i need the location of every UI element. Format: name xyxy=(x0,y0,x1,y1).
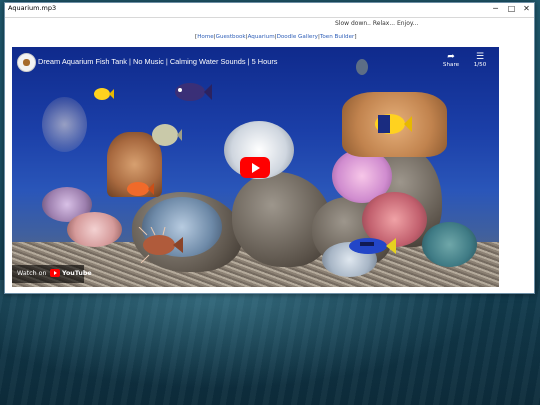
fish-lionfish xyxy=(138,227,183,263)
channel-avatar[interactable] xyxy=(17,53,36,72)
close-button[interactable]: ✕ xyxy=(519,3,534,15)
page-content: Slow down.. Relax... Enjoy... [Home|Gues… xyxy=(5,18,534,293)
play-button[interactable] xyxy=(240,157,270,178)
nav-aquarium[interactable]: Aquarium xyxy=(248,34,275,40)
desktop-background xyxy=(0,280,540,405)
fish-gray xyxy=(356,59,368,75)
playlist-button[interactable]: ☰ 1/50 xyxy=(468,52,492,68)
video-title[interactable]: Dream Aquarium Fish Tank | No Music | Ca… xyxy=(38,57,277,66)
jellyfish xyxy=(42,97,87,152)
title-bar[interactable]: Aquarium.mp3 ─ □ ✕ xyxy=(5,3,534,18)
fish-yellow xyxy=(94,88,114,100)
youtube-logo-icon xyxy=(50,269,60,277)
window-title: Aquarium.mp3 xyxy=(8,4,57,12)
fish-orange xyxy=(127,182,154,196)
playlist-count: 1/50 xyxy=(473,62,487,68)
fish-purple xyxy=(175,83,212,101)
watch-on-youtube-button[interactable]: Watch on YouTube xyxy=(12,265,92,283)
nav-home[interactable]: Home xyxy=(197,34,214,40)
teal-coral xyxy=(422,222,477,267)
fish-blue-yellow xyxy=(375,114,412,134)
playlist-icon: ☰ xyxy=(475,52,485,62)
watch-on-label: Watch on xyxy=(17,270,47,277)
share-icon: ➦ xyxy=(447,52,455,62)
browser-window: Aquarium.mp3 ─ □ ✕ Slow down.. Relax... … xyxy=(4,2,535,294)
maximize-button[interactable]: □ xyxy=(504,3,519,15)
pink-clam xyxy=(67,212,122,247)
youtube-logo-text: YouTube xyxy=(62,270,92,277)
fish-silver xyxy=(152,124,182,146)
tagline: Slow down.. Relax... Enjoy... xyxy=(335,20,419,27)
share-button[interactable]: ➦ Share xyxy=(440,52,462,68)
minimize-button[interactable]: ─ xyxy=(488,3,503,15)
nav-toen-builder[interactable]: Toen Builder xyxy=(320,34,354,40)
share-label: Share xyxy=(442,62,460,68)
nav-doodle-gallery[interactable]: Doodle Gallery xyxy=(277,34,318,40)
youtube-player[interactable]: Dream Aquarium Fish Tank | No Music | Ca… xyxy=(12,47,499,287)
nav-links: [Home|Guestbook|Aquarium|Doodle Gallery|… xyxy=(195,34,357,40)
fish-blue-tang xyxy=(349,238,396,254)
nav-guestbook[interactable]: Guestbook xyxy=(216,34,246,40)
